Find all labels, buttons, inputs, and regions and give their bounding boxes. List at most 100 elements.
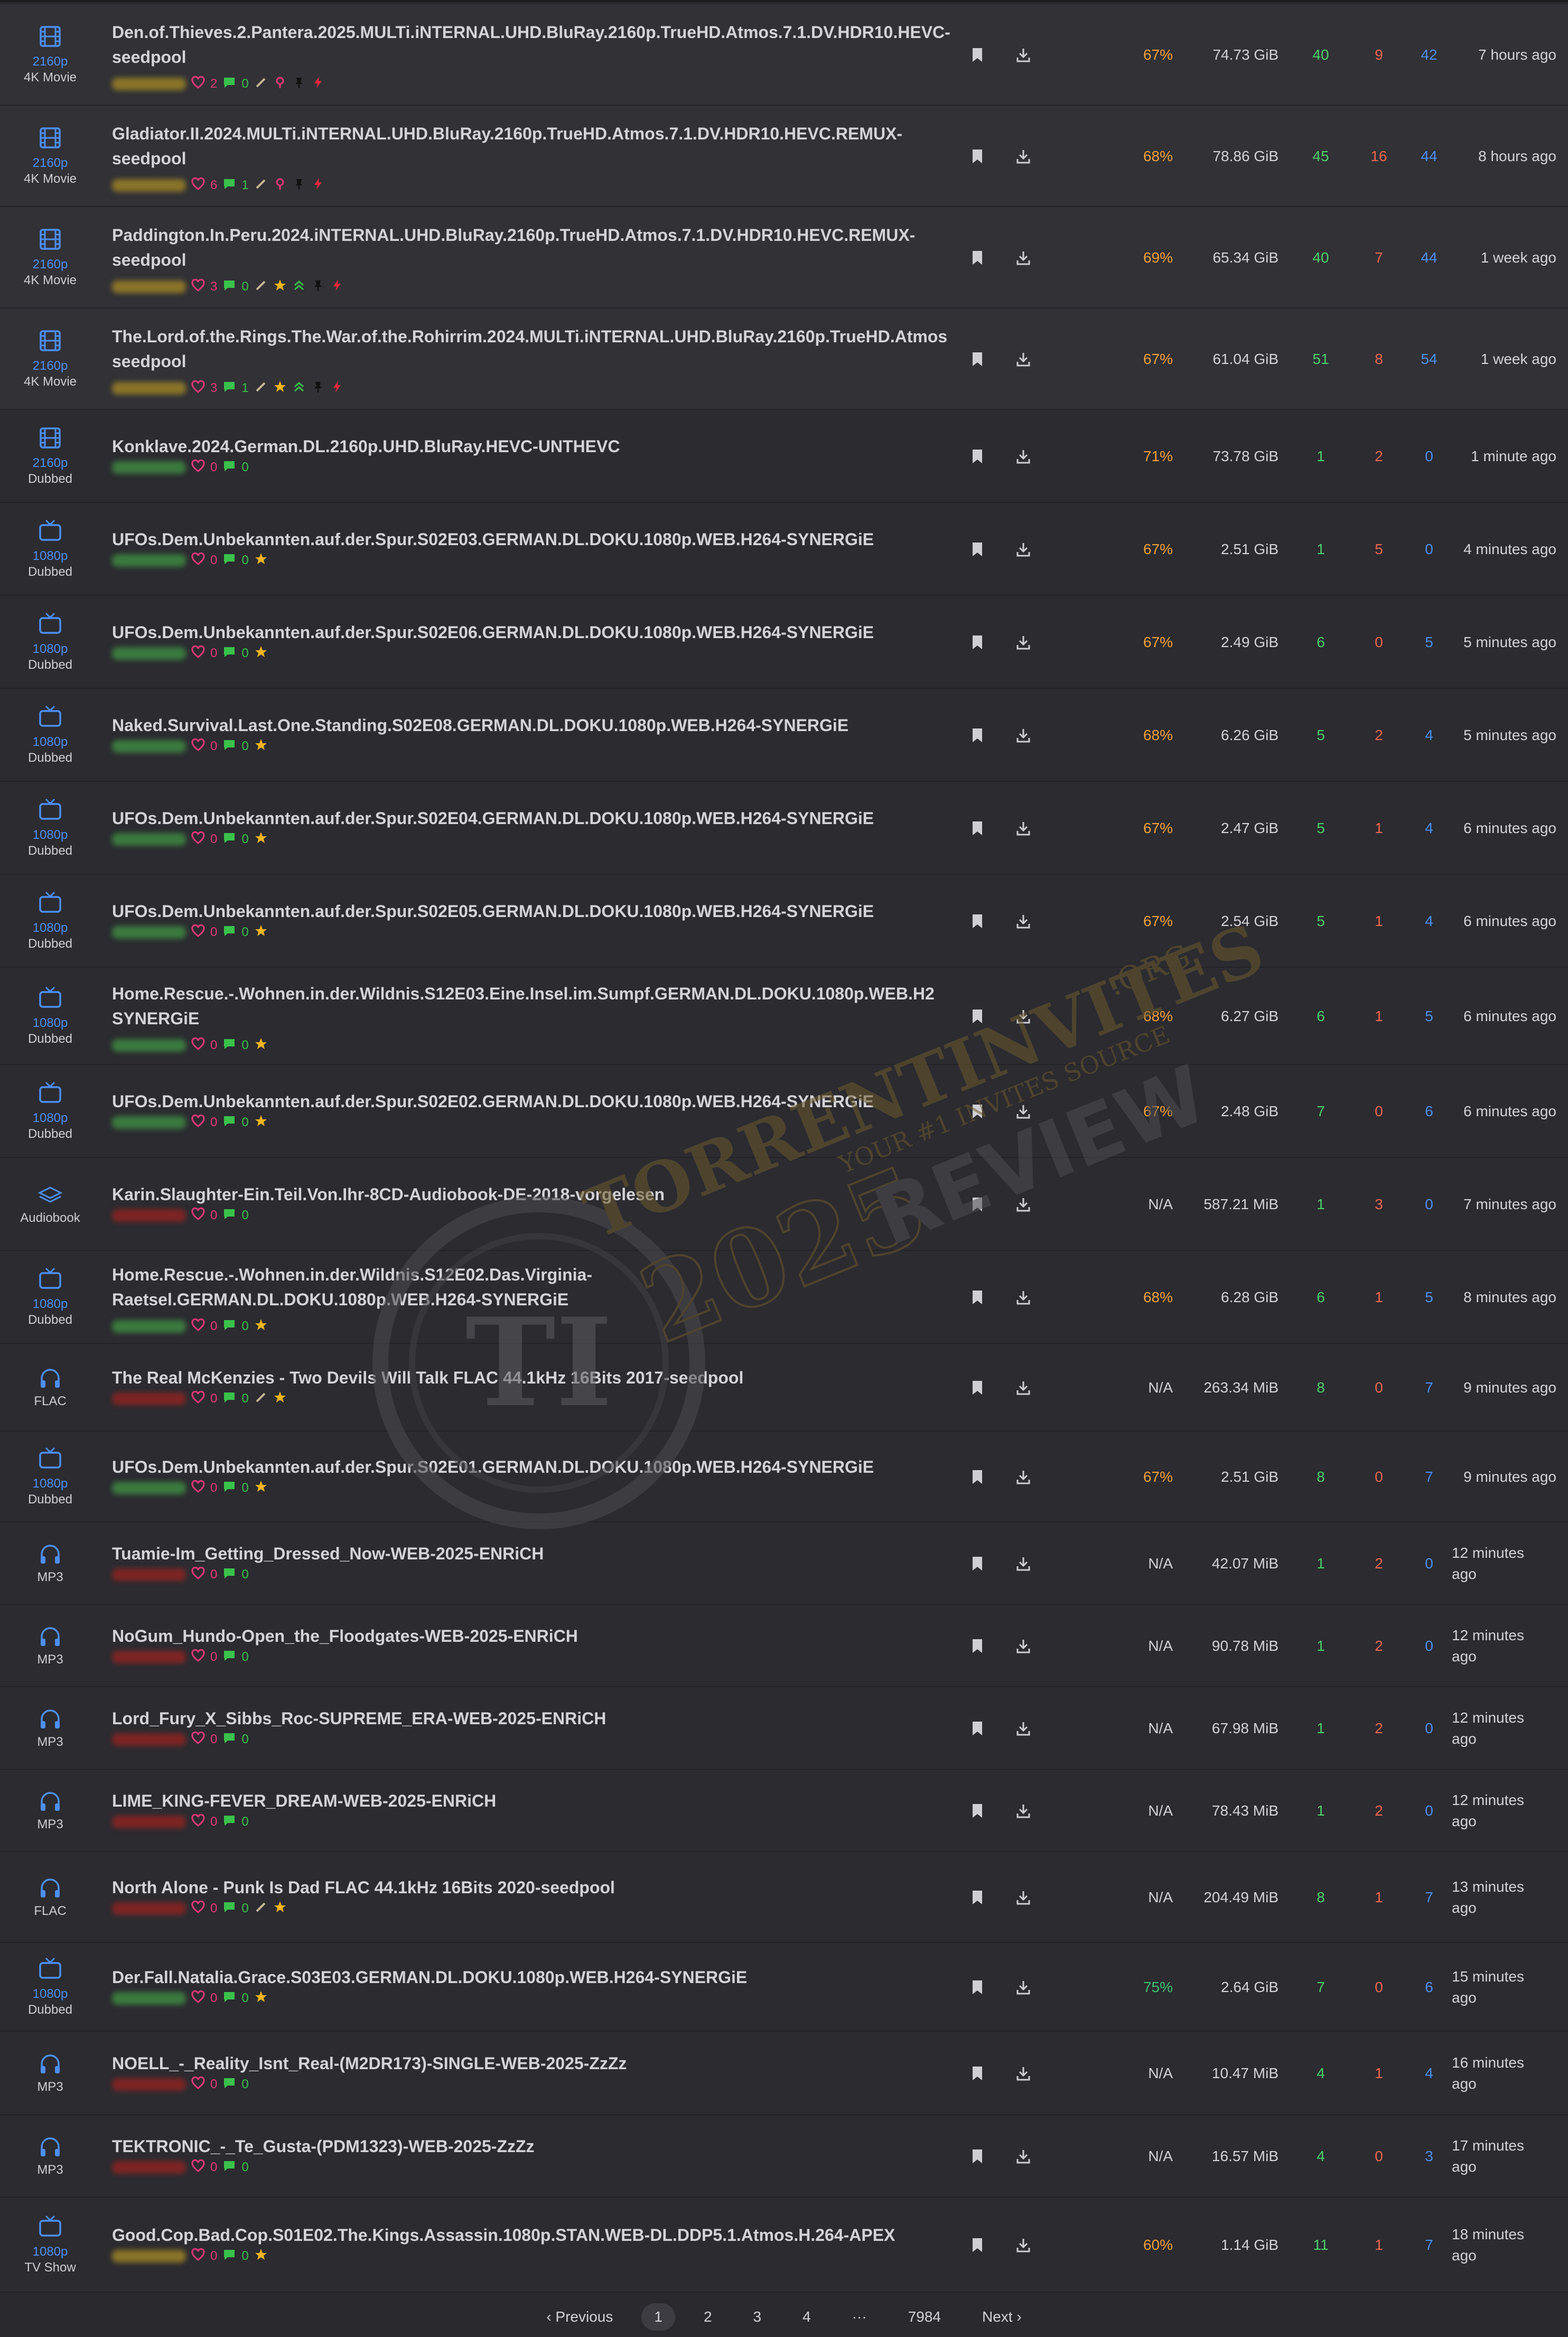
seeders-count[interactable]: 7 — [1305, 1103, 1337, 1120]
torrent-title-link[interactable]: Den.of.Thieves.2.Pantera.2025.MULTi.iNTE… — [112, 20, 952, 70]
uploader-name[interactable] — [112, 179, 186, 192]
uploader-name[interactable] — [112, 1902, 186, 1915]
torrent-row[interactable]: 2160p Dubbed Konklave.2024.German.DL.216… — [0, 410, 1568, 503]
torrent-row[interactable]: 1080p Dubbed UFOs.Dem.Unbekannten.auf.de… — [0, 596, 1568, 689]
download-icon[interactable] — [1014, 727, 1032, 746]
seeders-count[interactable]: 1 — [1305, 1555, 1337, 1572]
torrent-row[interactable]: MP3 LIME_KING-FEVER_DREAM-WEB-2025-ENRiC… — [0, 1770, 1568, 1852]
uploader-name[interactable] — [112, 926, 186, 939]
torrent-title-link[interactable]: Lord_Fury_X_Sibbs_Roc-SUPREME_ERA-WEB-20… — [112, 1706, 952, 1731]
category-cell[interactable]: MP3 — [0, 2115, 100, 2196]
torrent-row[interactable]: 1080p Dubbed UFOs.Dem.Unbekannten.auf.de… — [0, 1065, 1568, 1158]
torrent-title-link[interactable]: Tuamie-Im_Getting_Dressed_Now-WEB-2025-E… — [112, 1541, 952, 1566]
completed-count[interactable]: 5 — [1411, 634, 1448, 651]
leechers-count[interactable]: 3 — [1363, 1196, 1395, 1213]
leechers-count[interactable]: 2 — [1363, 1720, 1395, 1737]
completed-count[interactable]: 4 — [1411, 727, 1448, 744]
uploader-name[interactable] — [112, 554, 186, 567]
completed-count[interactable]: 7 — [1411, 2237, 1448, 2254]
bookmark-icon[interactable] — [969, 2237, 985, 2256]
uploader-name[interactable] — [112, 1992, 186, 2005]
torrent-row[interactable]: 1080p Dubbed Der.Fall.Natalia.Grace.S03E… — [0, 1943, 1568, 2032]
torrent-title-link[interactable]: Naked.Survival.Last.One.Standing.S02E08.… — [112, 713, 952, 738]
torrent-row[interactable]: 1080p Dubbed Home.Rescue.-.Wohnen.in.der… — [0, 1251, 1568, 1344]
torrent-title-link[interactable]: North Alone - Punk Is Dad FLAC 44.1kHz 1… — [112, 1875, 952, 1900]
completed-count[interactable]: 7 — [1411, 1469, 1448, 1485]
category-cell[interactable]: MP3 — [0, 2032, 100, 2114]
leechers-count[interactable]: 1 — [1363, 1289, 1395, 1306]
uploader-name[interactable] — [112, 2250, 186, 2263]
bookmark-icon[interactable] — [969, 1380, 985, 1398]
bookmark-icon[interactable] — [969, 1008, 985, 1027]
download-icon[interactable] — [1014, 820, 1032, 839]
bookmark-icon[interactable] — [969, 1638, 985, 1657]
download-icon[interactable] — [1014, 2148, 1032, 2167]
bookmark-icon[interactable] — [969, 913, 985, 932]
category-cell[interactable]: 1080p Dubbed — [0, 596, 100, 688]
torrent-title-link[interactable]: LIME_KING-FEVER_DREAM-WEB-2025-ENRiCH — [112, 1789, 952, 1813]
leechers-count[interactable]: 0 — [1363, 2148, 1395, 2165]
seeders-count[interactable]: 6 — [1305, 1008, 1337, 1025]
uploader-name[interactable] — [112, 1568, 186, 1581]
leechers-count[interactable]: 5 — [1363, 541, 1395, 558]
download-icon[interactable] — [1014, 1008, 1032, 1027]
torrent-title-link[interactable]: Home.Rescue.-.Wohnen.in.der.Wildnis.S12E… — [112, 981, 952, 1031]
page-link-2[interactable]: 2 — [691, 2303, 725, 2331]
uploader-name[interactable] — [112, 1651, 186, 1663]
uploader-name[interactable] — [112, 382, 186, 395]
torrent-title-link[interactable]: TEKTRONIC_-_Te_Gusta-(PDM1323)-WEB-2025-… — [112, 2134, 952, 2159]
leechers-count[interactable]: 0 — [1363, 1379, 1395, 1396]
category-cell[interactable]: MP3 — [0, 1522, 100, 1604]
bookmark-icon[interactable] — [969, 1104, 985, 1122]
seeders-count[interactable]: 1 — [1305, 1802, 1337, 1819]
torrent-title-link[interactable]: Konklave.2024.German.DL.2160p.UHD.BluRay… — [112, 434, 952, 459]
uploader-name[interactable] — [112, 2161, 186, 2174]
seeders-count[interactable]: 5 — [1305, 727, 1337, 744]
category-cell[interactable]: MP3 — [0, 1770, 100, 1851]
completed-count[interactable]: 4 — [1411, 820, 1448, 837]
bookmark-icon[interactable] — [969, 1289, 985, 1308]
torrent-row[interactable]: MP3 TEKTRONIC_-_Te_Gusta-(PDM1323)-WEB-2… — [0, 2115, 1568, 2198]
leechers-count[interactable]: 2 — [1363, 1802, 1395, 1819]
seeders-count[interactable]: 1 — [1305, 1196, 1337, 1213]
download-icon[interactable] — [1014, 1196, 1032, 1215]
torrent-title-link[interactable]: Der.Fall.Natalia.Grace.S03E03.GERMAN.DL.… — [112, 1965, 952, 1990]
torrent-title-link[interactable]: UFOs.Dem.Unbekannten.auf.der.Spur.S02E02… — [112, 1089, 952, 1114]
uploader-name[interactable] — [112, 1209, 186, 1222]
seeders-count[interactable]: 4 — [1305, 2065, 1337, 2082]
torrent-row[interactable]: 2160p 4K Movie Den.of.Thieves.2.Pantera.… — [0, 4, 1568, 106]
leechers-count[interactable]: 1 — [1363, 913, 1395, 930]
bookmark-icon[interactable] — [969, 1556, 985, 1574]
seeders-count[interactable]: 40 — [1305, 249, 1337, 266]
bookmark-icon[interactable] — [969, 1196, 985, 1215]
leechers-count[interactable]: 7 — [1363, 249, 1395, 266]
download-icon[interactable] — [1014, 1104, 1032, 1122]
torrent-row[interactable]: MP3 Lord_Fury_X_Sibbs_Roc-SUPREME_ERA-WE… — [0, 1687, 1568, 1770]
torrent-row[interactable]: Audiobook Karin.Slaughter-Ein.Teil.Von.I… — [0, 1158, 1568, 1251]
previous-page-link[interactable]: ‹ Previous — [534, 2303, 626, 2331]
uploader-name[interactable] — [112, 461, 186, 474]
download-icon[interactable] — [1014, 541, 1032, 560]
uploader-name[interactable] — [112, 1039, 186, 1052]
bookmark-icon[interactable] — [969, 250, 985, 268]
uploader-name[interactable] — [112, 1482, 186, 1494]
torrent-row[interactable]: 1080p Dubbed Home.Rescue.-.Wohnen.in.der… — [0, 968, 1568, 1065]
torrent-row[interactable]: FLAC The Real McKenzies - Two Devils Wil… — [0, 1344, 1568, 1432]
category-cell[interactable]: 1080p Dubbed — [0, 1943, 100, 2031]
seeders-count[interactable]: 8 — [1305, 1469, 1337, 1485]
download-icon[interactable] — [1014, 2065, 1032, 2084]
download-icon[interactable] — [1014, 1721, 1032, 1739]
torrent-title-link[interactable]: Paddington.In.Peru.2024.iNTERNAL.UHD.Blu… — [112, 223, 952, 273]
download-icon[interactable] — [1014, 1803, 1032, 1821]
seeders-count[interactable]: 1 — [1305, 1720, 1337, 1737]
completed-count[interactable]: 5 — [1411, 1289, 1448, 1306]
torrent-row[interactable]: MP3 Tuamie-Im_Getting_Dressed_Now-WEB-20… — [0, 1522, 1568, 1605]
category-cell[interactable]: 1080p Dubbed — [0, 1251, 100, 1343]
completed-count[interactable]: 0 — [1411, 1638, 1448, 1654]
seeders-count[interactable]: 45 — [1305, 148, 1337, 165]
download-icon[interactable] — [1014, 2237, 1032, 2256]
completed-count[interactable]: 44 — [1411, 148, 1448, 165]
category-cell[interactable]: 1080p Dubbed — [0, 1432, 100, 1521]
leechers-count[interactable]: 0 — [1363, 1103, 1395, 1120]
seeders-count[interactable]: 5 — [1305, 820, 1337, 837]
